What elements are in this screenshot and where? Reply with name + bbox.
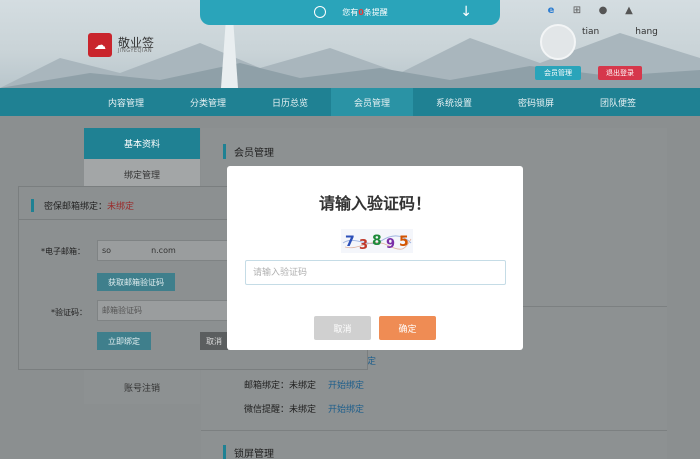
- notify-prefix: 您有: [342, 8, 359, 17]
- notification-bar[interactable]: 您有 0 条提醒 ↓: [200, 0, 500, 25]
- captcha-input[interactable]: [245, 260, 506, 285]
- email-code-field[interactable]: 邮箱验证码: [97, 300, 229, 321]
- brand-name: 敬业签: [118, 35, 155, 50]
- modal-title: 请输入验证码！: [318, 194, 431, 213]
- captcha-image[interactable]: 7 3 8 9 5: [341, 229, 413, 253]
- message-icon: [314, 6, 326, 18]
- apple-icon[interactable]: ●: [597, 4, 609, 16]
- code-label: *验证码：: [51, 308, 87, 317]
- bind-popup-title: 密保邮箱绑定：未绑定: [31, 199, 134, 212]
- cloud-logo-icon: ☁: [88, 33, 112, 57]
- ie-icon[interactable]: e: [545, 4, 557, 16]
- bind-now-button[interactable]: 立即绑定: [97, 332, 151, 350]
- member-management-button[interactable]: 会员管理: [535, 66, 581, 80]
- main-nav: 内容管理 分类管理 日历总览 会员管理 系统设置 密码锁屏 团队便签: [0, 88, 700, 116]
- android-icon[interactable]: ▲: [623, 4, 635, 16]
- nav-calendar[interactable]: 日历总览: [249, 88, 331, 116]
- logout-button[interactable]: 退出登录: [598, 66, 642, 80]
- nav-category[interactable]: 分类管理: [167, 88, 249, 116]
- bind-popup-status: 未绑定: [107, 202, 135, 212]
- avatar[interactable]: [540, 24, 576, 60]
- side-item-profile[interactable]: 基本资料: [84, 128, 200, 159]
- nav-content[interactable]: 内容管理: [85, 88, 167, 116]
- wechat-reminder-status: 未绑定: [289, 405, 317, 415]
- captcha-modal: 请输入验证码！ 7 3 8 9 5 取消 确定: [227, 166, 523, 350]
- platform-icons: e ⊞ ● ▲: [545, 4, 635, 16]
- email-binding-status: 未绑定: [289, 381, 317, 391]
- bind-popup-title-text: 密保邮箱绑定：: [44, 202, 108, 212]
- wechat-reminder-row: 微信提醒：未绑定 开始绑定: [244, 402, 364, 415]
- partial-link[interactable]: 定: [367, 354, 376, 367]
- bind-cancel-button[interactable]: 取消: [200, 332, 228, 350]
- brand-subtitle: JINGYEQIAN: [118, 47, 153, 54]
- email-binding-label: 邮箱绑定：: [244, 381, 290, 391]
- side-menu: 基本资料 绑定管理: [84, 128, 200, 190]
- nav-settings[interactable]: 系统设置: [413, 88, 495, 116]
- notify-suffix: 条提醒: [363, 8, 388, 17]
- nav-member[interactable]: 会员管理: [331, 88, 413, 116]
- section-title-member: 会员管理: [223, 144, 274, 159]
- divider: [201, 430, 667, 431]
- email-label: *电子邮箱：: [41, 247, 85, 256]
- captcha-digit: 9: [386, 237, 395, 252]
- windows-icon[interactable]: ⊞: [571, 4, 583, 16]
- nav-password-lock[interactable]: 密码锁屏: [495, 88, 577, 116]
- captcha-digit: 3: [359, 238, 368, 253]
- email-binding-link[interactable]: 开始绑定: [328, 381, 364, 391]
- email-binding-row: 邮箱绑定：未绑定 开始绑定: [244, 378, 364, 391]
- captcha-digit: 8: [372, 233, 382, 249]
- wechat-reminder-link[interactable]: 开始绑定: [328, 405, 364, 415]
- captcha-digit: 5: [399, 234, 409, 250]
- wechat-reminder-label: 微信提醒：: [244, 405, 290, 415]
- section-title-lock: 锁屏管理: [223, 445, 274, 459]
- captcha-digit: 7: [345, 234, 355, 250]
- nav-team-notes[interactable]: 团队便签: [577, 88, 659, 116]
- header: 您有 0 条提醒 ↓ ☁ 敬业签 JINGYEQIAN e ⊞ ● ▲ tian…: [0, 0, 700, 88]
- email-field[interactable]: so n.com: [97, 240, 229, 261]
- username: tian hang: [582, 27, 658, 37]
- logo[interactable]: ☁ 敬业签 JINGYEQIAN: [88, 33, 154, 57]
- cancel-button[interactable]: 取消: [314, 316, 371, 340]
- confirm-button[interactable]: 确定: [379, 316, 436, 340]
- arrow-down-icon[interactable]: ↓: [460, 4, 472, 20]
- side-item-account-cancel[interactable]: 账号注销: [84, 370, 200, 404]
- get-email-code-button[interactable]: 获取邮箱验证码: [97, 273, 175, 291]
